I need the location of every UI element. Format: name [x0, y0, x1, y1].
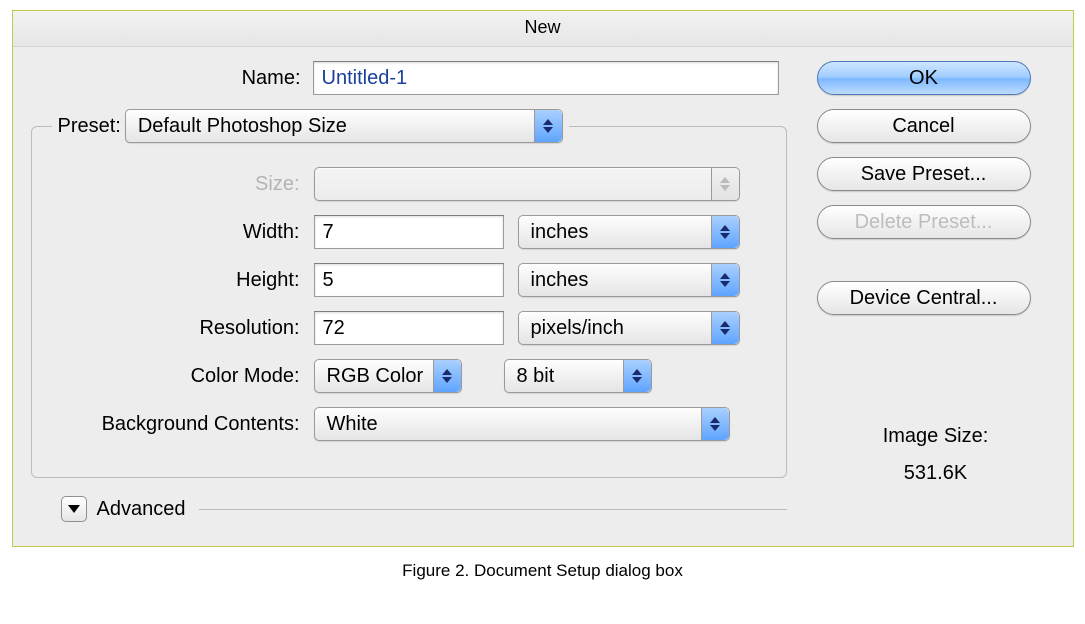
dropdown-arrows-icon: [701, 408, 729, 440]
width-field[interactable]: [314, 215, 504, 249]
dropdown-arrows-icon: [711, 168, 739, 200]
preset-legend: Preset: Default Photoshop Size: [52, 109, 569, 143]
bit-depth-dropdown[interactable]: 8 bit: [504, 359, 652, 393]
advanced-label: Advanced: [97, 498, 186, 521]
preset-value: Default Photoshop Size: [138, 115, 347, 138]
advanced-disclosure-button[interactable]: [61, 496, 87, 522]
size-row: Size:: [48, 167, 770, 201]
delete-preset-button: Delete Preset...: [817, 205, 1031, 239]
left-panel: Name: Preset: Default Photoshop Size Siz…: [31, 61, 787, 522]
size-label: Size:: [48, 173, 300, 196]
name-label: Name:: [91, 67, 301, 90]
image-size-block: Image Size: 531.6K: [817, 425, 1055, 485]
dropdown-arrows-icon: [711, 264, 739, 296]
height-row: Height: inches: [48, 263, 770, 297]
figure-caption: Figure 2. Document Setup dialog box: [10, 561, 1075, 581]
ok-button[interactable]: OK: [817, 61, 1031, 95]
color-mode-value: RGB Color: [327, 365, 424, 388]
preset-label: Preset:: [58, 115, 121, 138]
color-mode-dropdown[interactable]: RGB Color: [314, 359, 462, 393]
resolution-row: Resolution: pixels/inch: [48, 311, 770, 345]
name-row: Name:: [31, 61, 787, 95]
width-unit-value: inches: [531, 221, 589, 244]
width-unit-dropdown[interactable]: inches: [518, 215, 740, 249]
bit-depth-value: 8 bit: [517, 365, 555, 388]
height-unit-dropdown[interactable]: inches: [518, 263, 740, 297]
dropdown-arrows-icon: [711, 216, 739, 248]
save-preset-button[interactable]: Save Preset...: [817, 157, 1031, 191]
bg-contents-row: Background Contents: White: [48, 407, 770, 441]
bg-contents-dropdown[interactable]: White: [314, 407, 730, 441]
resolution-unit-dropdown[interactable]: pixels/inch: [518, 311, 740, 345]
device-central-button[interactable]: Device Central...: [817, 281, 1031, 315]
height-field[interactable]: [314, 263, 504, 297]
right-panel: OK Cancel Save Preset... Delete Preset..…: [817, 61, 1055, 522]
new-document-dialog: New Name: Preset: Default Photoshop Size: [12, 10, 1074, 547]
name-field[interactable]: [313, 61, 779, 95]
width-row: Width: inches: [48, 215, 770, 249]
height-unit-value: inches: [531, 269, 589, 292]
bg-contents-value: White: [327, 413, 378, 436]
triangle-down-icon: [68, 505, 80, 513]
image-size-value: 531.6K: [817, 462, 1055, 485]
image-size-label: Image Size:: [817, 425, 1055, 448]
dialog-body: Name: Preset: Default Photoshop Size Siz…: [13, 47, 1073, 546]
dropdown-arrows-icon: [711, 312, 739, 344]
advanced-row: Advanced: [61, 496, 787, 522]
preset-dropdown[interactable]: Default Photoshop Size: [125, 109, 563, 143]
width-label: Width:: [48, 221, 300, 244]
size-dropdown: [314, 167, 740, 201]
color-mode-row: Color Mode: RGB Color 8 bit: [48, 359, 770, 393]
cancel-button[interactable]: Cancel: [817, 109, 1031, 143]
divider: [199, 509, 786, 510]
preset-fieldset: Preset: Default Photoshop Size Size:: [31, 109, 787, 478]
height-label: Height:: [48, 269, 300, 292]
dropdown-arrows-icon: [433, 360, 461, 392]
resolution-label: Resolution:: [48, 317, 300, 340]
bg-contents-label: Background Contents:: [48, 413, 300, 436]
resolution-field[interactable]: [314, 311, 504, 345]
resolution-unit-value: pixels/inch: [531, 317, 624, 340]
dialog-title: New: [13, 11, 1073, 47]
dropdown-arrows-icon: [534, 110, 562, 142]
color-mode-label: Color Mode:: [48, 365, 300, 388]
dropdown-arrows-icon: [623, 360, 651, 392]
